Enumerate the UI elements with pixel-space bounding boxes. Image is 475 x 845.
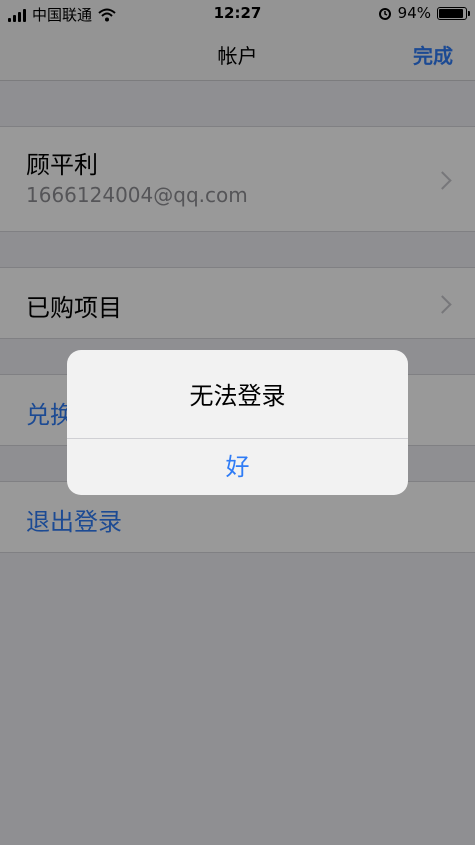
alert-dialog: 无法登录 好 bbox=[67, 350, 408, 495]
alert-title: 无法登录 bbox=[189, 382, 286, 410]
alert-ok-button[interactable]: 好 bbox=[67, 439, 408, 495]
